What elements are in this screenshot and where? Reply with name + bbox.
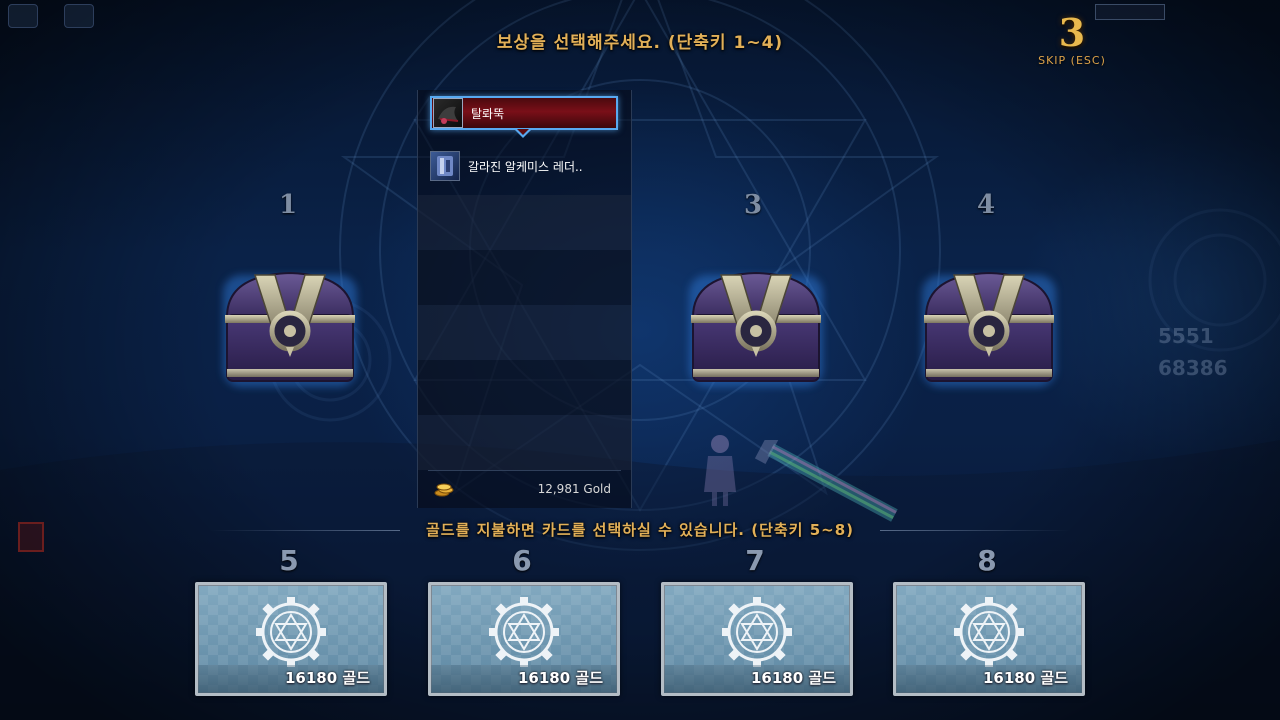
vignette-overlay xyxy=(0,0,1280,720)
gold-amount: 12,981 Gold xyxy=(537,482,611,496)
card-number-8: 8 xyxy=(977,544,997,577)
hexagram-gear-icon xyxy=(954,597,1024,667)
list-stripe xyxy=(418,360,631,415)
gold-coin-icon xyxy=(434,483,454,497)
panel-divider xyxy=(428,470,621,471)
paid-card-7[interactable]: 16180 골드 xyxy=(661,582,853,696)
card-price: 16180 골드 xyxy=(896,665,1082,693)
card-price: 16180 골드 xyxy=(198,665,384,693)
weapon-sprite xyxy=(754,440,898,522)
character-sprite xyxy=(704,435,736,506)
reward-item-label: 갈라진 알케미스 레더.. xyxy=(468,159,583,174)
paid-card-6[interactable]: 16180 골드 xyxy=(428,582,620,696)
background-numbers: 5551 68386 xyxy=(1158,324,1228,380)
reward-item-selected[interactable]: 탈롸뚝 xyxy=(430,96,618,130)
card-number-7: 7 xyxy=(745,544,765,577)
treasure-chest-icon[interactable] xyxy=(914,265,1064,395)
paid-card-8[interactable]: 16180 골드 xyxy=(893,582,1085,696)
reward-list-panel: 탈롸뚝 갈라진 알케미스 레더.. 12,981 Gold xyxy=(417,90,632,508)
selection-pointer xyxy=(515,129,531,138)
treasure-chest-icon[interactable] xyxy=(681,265,831,395)
bag-icon[interactable] xyxy=(64,4,94,28)
countdown-timer: 3 xyxy=(1058,10,1086,55)
skip-button[interactable]: SKIP (ESC) xyxy=(1030,54,1114,67)
hexagram-gear-icon xyxy=(489,597,559,667)
card-number-6: 6 xyxy=(512,544,532,577)
card-price: 16180 골드 xyxy=(664,665,850,693)
chest-number-4: 4 xyxy=(976,190,996,220)
card-number-5: 5 xyxy=(279,544,299,577)
reward-item[interactable]: 갈라진 알케미스 레더.. xyxy=(430,150,618,182)
list-stripe xyxy=(418,195,631,250)
card-price: 16180 골드 xyxy=(431,665,617,693)
chest-number-3: 3 xyxy=(743,190,763,220)
list-stripe xyxy=(418,415,631,470)
hexagram-gear-icon xyxy=(722,597,792,667)
top-right-panel xyxy=(1095,4,1165,20)
reward-item-label: 탈롸뚝 xyxy=(471,106,505,121)
list-stripe xyxy=(418,305,631,360)
chest-number-1: 1 xyxy=(278,190,298,220)
list-stripe xyxy=(418,250,631,305)
paid-card-5[interactable]: 16180 골드 xyxy=(195,582,387,696)
menu-icon[interactable] xyxy=(8,4,38,28)
reward-selection-screen: 5551 68386 보상을 선택해주세요. (단축키 1~4) 3 SKIP (… xyxy=(0,0,1280,720)
leather-armor-icon xyxy=(430,151,460,181)
treasure-chest-icon[interactable] xyxy=(215,265,365,395)
card-hint-text: 골드를 지불하면 카드를 선택하실 수 있습니다. (단축키 5~8) xyxy=(425,521,854,539)
hat-icon xyxy=(433,98,463,128)
hexagram-gear-icon xyxy=(256,597,326,667)
